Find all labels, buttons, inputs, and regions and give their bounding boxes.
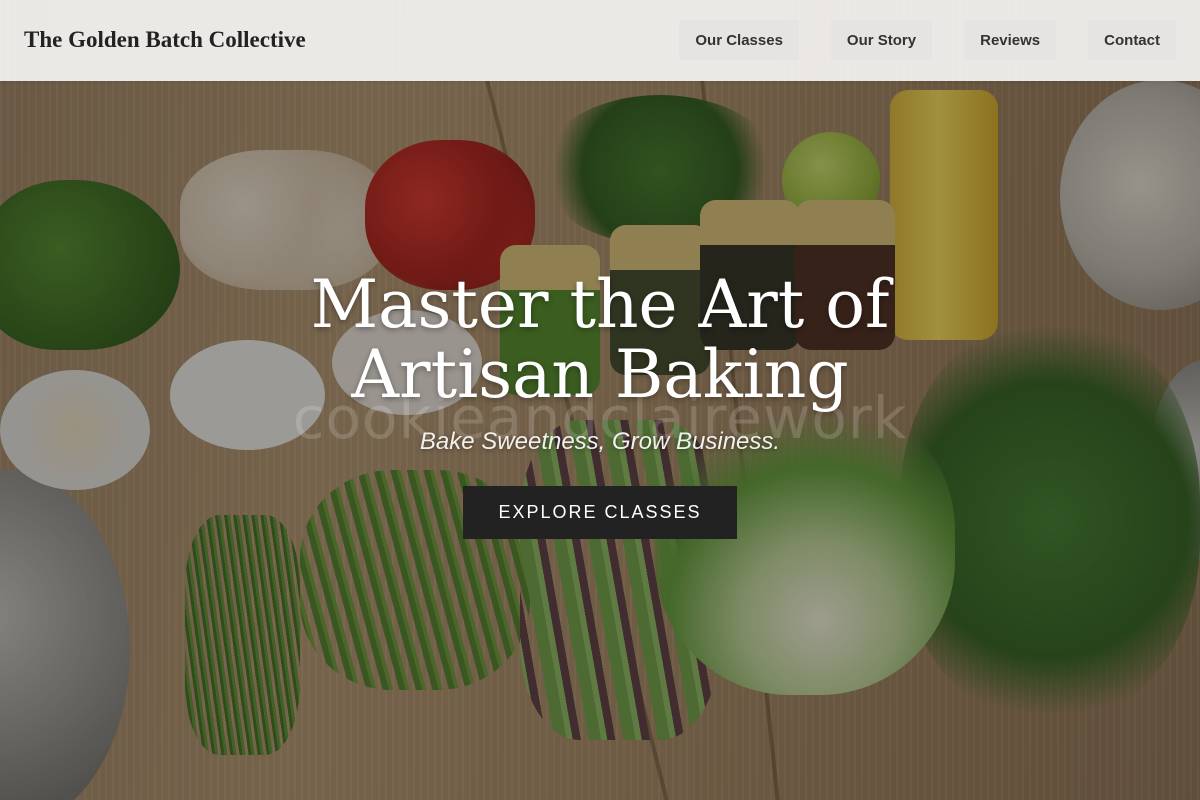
main-nav: Our Classes Our Story Reviews Contact: [679, 20, 1176, 60]
hero-section: Master the Art of Artisan Baking Bake Sw…: [0, 270, 1200, 539]
page: cookieandclairework The Golden Batch Col…: [0, 0, 1200, 800]
explore-classes-button[interactable]: EXPLORE CLASSES: [463, 486, 737, 539]
brand-logo-text[interactable]: The Golden Batch Collective: [24, 27, 306, 53]
nav-our-story-button[interactable]: Our Story: [830, 20, 933, 60]
nav-our-classes-button[interactable]: Our Classes: [679, 20, 799, 60]
top-navbar: The Golden Batch Collective Our Classes …: [0, 0, 1200, 81]
nav-contact-button[interactable]: Contact: [1088, 20, 1176, 60]
nav-reviews-button[interactable]: Reviews: [964, 20, 1057, 60]
hero-title: Master the Art of Artisan Baking: [310, 266, 890, 413]
hero-tagline: Bake Sweetness, Grow Business.: [419, 428, 781, 455]
